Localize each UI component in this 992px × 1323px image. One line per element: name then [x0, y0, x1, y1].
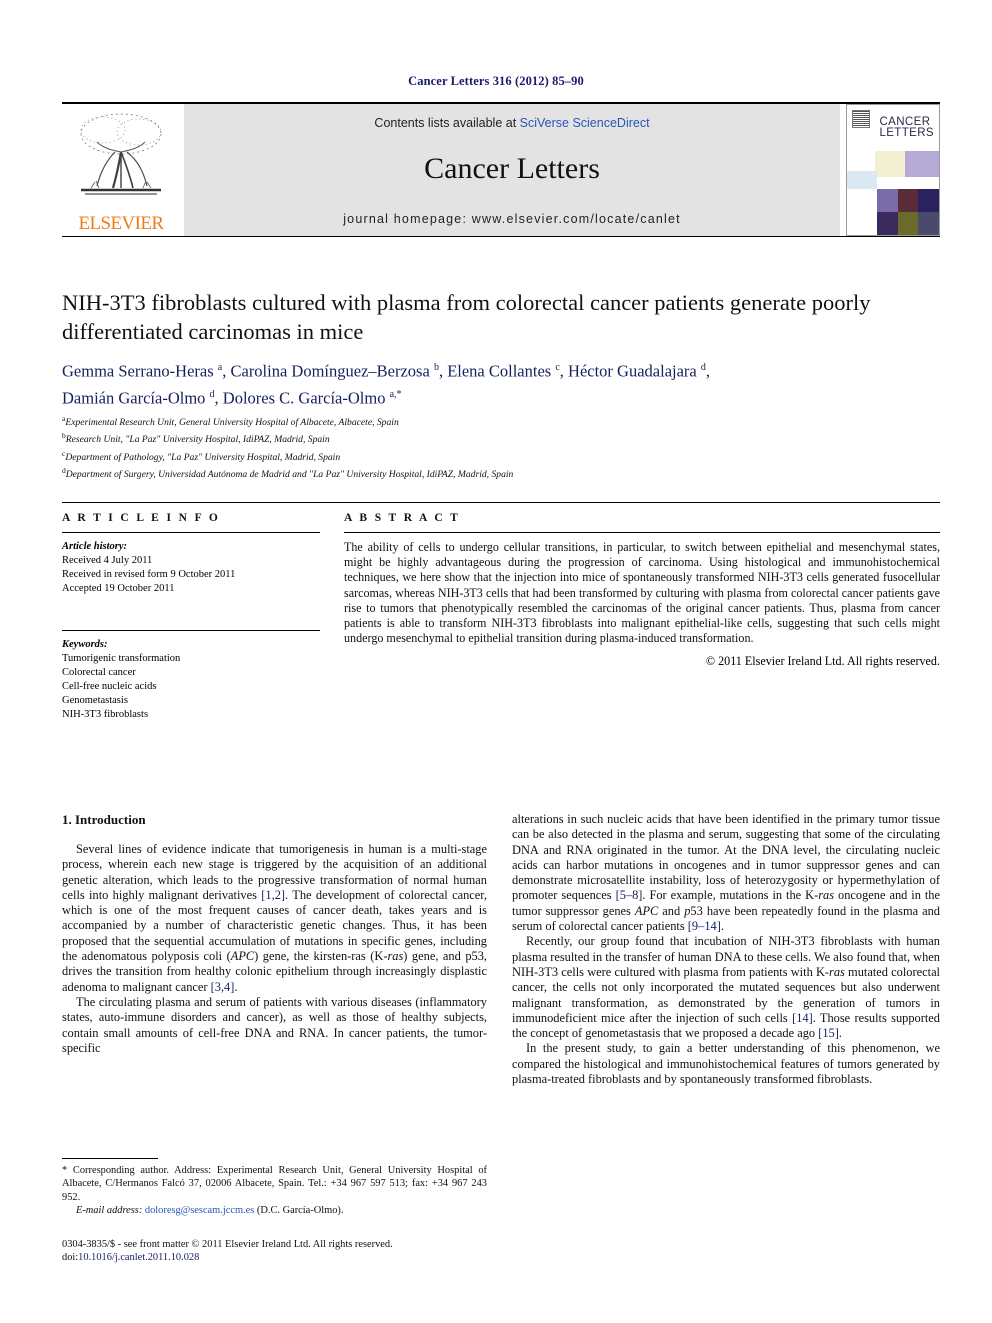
- affiliation-list: aExperimental Research Unit, General Uni…: [62, 412, 942, 482]
- author-list: Gemma Serrano-Heras a, Carolina Domíngue…: [62, 361, 710, 408]
- citation-ref[interactable]: [15]: [818, 1026, 839, 1040]
- running-head: Cancer Letters 316 (2012) 85–90: [408, 74, 584, 88]
- keywords-block: Keywords: Tumorigenic transformation Col…: [62, 630, 320, 722]
- journal-article-page: Cancer Letters 316 (2012) 85–90 ELSEVIER…: [0, 0, 992, 1323]
- citation-ref[interactable]: [5–8]: [616, 888, 643, 902]
- section-heading-introduction: 1. Introduction: [62, 812, 146, 827]
- email-label: E-mail address:: [76, 1205, 143, 1217]
- citation-ref[interactable]: [9–14]: [688, 919, 721, 933]
- article-info-heading: A R T I C L E I N F O: [62, 512, 221, 524]
- front-matter-line: 0304-3835/$ - see front matter © 2011 El…: [62, 1239, 393, 1250]
- citation-ref[interactable]: [1,2]: [261, 888, 285, 902]
- contents-available-line: Contents lists available at SciVerse Sci…: [184, 116, 840, 130]
- keywords-label: Keywords:: [62, 639, 108, 650]
- keyword-item: Tumorigenic transformation: [62, 653, 181, 664]
- corresponding-author-note: * Corresponding author. Address: Experim…: [62, 1165, 487, 1203]
- article-history-item: Accepted 19 October 2011: [62, 583, 175, 594]
- sciencedirect-link[interactable]: SciVerse ScienceDirect: [520, 116, 650, 130]
- keyword-item: NIH-3T3 fibroblasts: [62, 709, 149, 720]
- footnote-block: * Corresponding author. Address: Experim…: [62, 1164, 487, 1218]
- keyword-item: Genometastasis: [62, 695, 128, 706]
- email-owner: (D.C. García-Olmo).: [256, 1205, 344, 1217]
- article-info-column: A R T I C L E I N F O Article history: R…: [62, 512, 320, 722]
- cover-publisher-icon: [852, 110, 870, 128]
- citation-ref[interactable]: [14]: [792, 1011, 813, 1025]
- affiliation-item: aExperimental Research Unit, General Uni…: [62, 414, 399, 429]
- footnote-rule: [62, 1158, 158, 1159]
- article-info-rule: [62, 532, 320, 533]
- cover-title-line2: LETTERS: [879, 127, 934, 139]
- body-paragraph: In the present study, to gain a better u…: [512, 1041, 940, 1087]
- keywords-rule: [62, 630, 320, 631]
- elsevier-logo: ELSEVIER: [62, 104, 180, 236]
- elsevier-wordmark: ELSEVIER: [78, 213, 165, 234]
- article-history-item: Received 4 July 2011: [62, 555, 153, 566]
- journal-banner: Contents lists available at SciVerse Sci…: [184, 104, 840, 236]
- email-note: E-mail address: doloresg@sescam.jccm.es …: [62, 1204, 487, 1217]
- journal-title: Cancer Letters: [424, 152, 600, 185]
- abstract-copyright: © 2011 Elsevier Ireland Ltd. All rights …: [705, 654, 940, 669]
- keyword-item: Colorectal cancer: [62, 667, 136, 678]
- citation-ref[interactable]: [3,4]: [211, 980, 235, 994]
- journal-homepage-line[interactable]: journal homepage: www.elsevier.com/locat…: [184, 212, 840, 226]
- body-column-right: alterations in such nucleic acids that h…: [512, 812, 940, 1087]
- article-history-label: Article history:: [62, 541, 128, 552]
- body-column-left: 1. Introduction Several lines of evidenc…: [62, 812, 487, 1056]
- contents-prefix-text: Contents lists available at: [374, 116, 520, 130]
- body-paragraph: Recently, our group found that incubatio…: [512, 934, 941, 1041]
- body-paragraph: The circulating plasma and serum of pati…: [62, 994, 487, 1055]
- colophon-block: 0304-3835/$ - see front matter © 2011 El…: [62, 1238, 487, 1265]
- header-bottom-rule: [62, 236, 940, 237]
- doi-value[interactable]: 10.1016/j.canlet.2011.10.028: [78, 1252, 199, 1263]
- elsevier-tree-icon: [80, 113, 162, 195]
- email-link[interactable]: doloresg@sescam.jccm.es: [145, 1205, 254, 1216]
- cover-pastel-bands: [847, 151, 939, 189]
- body-paragraph: Several lines of evidence indicate that …: [62, 842, 488, 994]
- abstract-heading: A B S T R A C T: [344, 512, 461, 524]
- affiliation-item: dDepartment of Surgery, Universidad Autó…: [62, 466, 514, 481]
- doi-line: doi:10.1016/j.canlet.2011.10.028: [62, 1251, 487, 1264]
- abstract-text: The ability of cells to undergo cellular…: [344, 540, 940, 646]
- info-block-top-rule: [62, 502, 940, 503]
- body-paragraph: alterations in such nucleic acids that h…: [512, 812, 941, 934]
- journal-cover-thumbnail: CANCER LETTERS: [846, 104, 940, 236]
- cover-image-grid: [877, 189, 939, 235]
- article-history-item: Received in revised form 9 October 2011: [62, 569, 236, 580]
- doi-label: doi:: [62, 1252, 79, 1264]
- abstract-rule: [344, 532, 940, 533]
- article-title: NIH-3T3 fibroblasts cultured with plasma…: [62, 290, 871, 344]
- affiliation-item: bResearch Unit, "La Paz" University Hosp…: [62, 431, 330, 446]
- abstract-column: A B S T R A C T The ability of cells to …: [344, 512, 940, 669]
- affiliation-item: cDepartment of Pathology, "La Paz" Unive…: [62, 448, 341, 463]
- keyword-item: Cell-free nucleic acids: [62, 681, 157, 692]
- cover-title: CANCER LETTERS: [879, 116, 934, 139]
- journal-header-band: ELSEVIER Contents lists available at Sci…: [62, 102, 940, 236]
